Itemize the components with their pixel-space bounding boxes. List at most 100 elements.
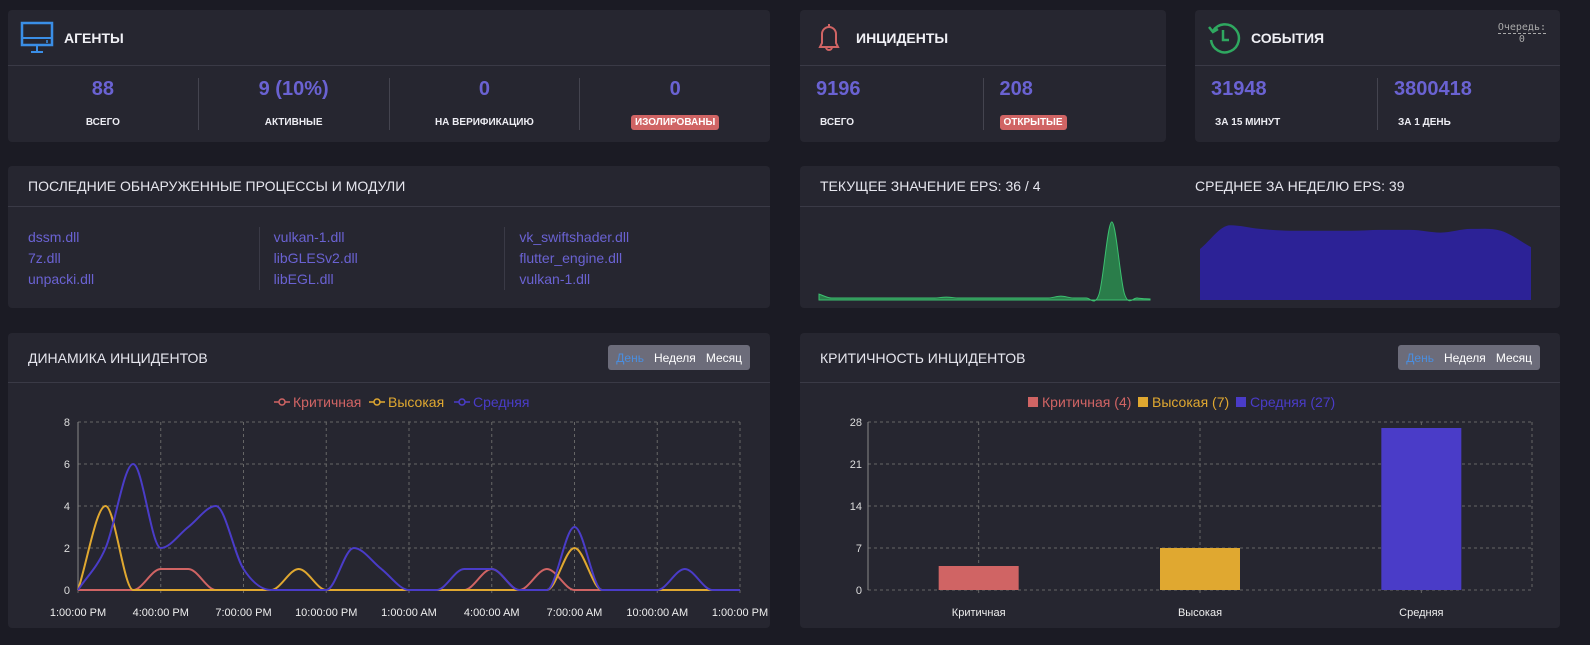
stat-1: 208 ОТКРЫТЫЕ [982,78,1167,130]
agents-panel: АГЕНТЫ 88 ВСЕГО 9 (10%) АКТИВНЫЕ 0 НА ВЕРИФИК… [8,10,770,142]
y-tick-label: 21 [850,459,862,471]
status-badge: ОТКРЫТЫЕ [999,115,1067,130]
range-day-button[interactable]: День [611,351,649,365]
stat-value: 0 [669,78,681,100]
y-tick-label: 14 [850,501,862,513]
bar-1 [1160,548,1240,590]
legend-label[interactable]: Высокая [388,394,444,410]
range-month-button[interactable]: Месяц [701,351,747,365]
range-week-button[interactable]: Неделя [649,351,701,365]
range-week-button[interactable]: Неделя [1439,351,1491,365]
incidents-title: ИНЦИДЕНТЫ [856,29,949,46]
process-column: vk_swiftshader.dll flutter_engine.dll vulk… [504,227,750,290]
incident-criticality-title: КРИТИЧНОСТЬ ИНЦИДЕНТОВ [820,349,1026,366]
y-tick-label: 8 [64,417,70,429]
stat-3: 0 ИЗОЛИРОВАНЫ [579,78,770,130]
stat-value: 208 [999,78,1033,100]
legend-label[interactable]: Критичная (4) [1042,394,1131,410]
legend-label[interactable]: Средняя (27) [1250,394,1335,410]
process-item[interactable]: vk_swiftshader.dll [519,227,750,248]
stat-1: 9 (10%) АКТИВНЫЕ [197,78,389,130]
incidents-header: ИНЦИДЕНТЫ [800,10,1166,66]
processes-title: ПОСЛЕДНИЕ ОБНАРУЖЕННЫЕ ПРОЦЕССЫ И МОДУЛИ [8,166,770,207]
processes-panel: ПОСЛЕДНИЕ ОБНАРУЖЕННЫЕ ПРОЦЕССЫ И МОДУЛИ… [8,166,770,308]
legend-marker-dot [458,398,466,406]
agents-title: АГЕНТЫ [64,29,124,46]
legend-marker-dot [373,398,381,406]
stat-label: ЗА 1 ДЕНЬ [1398,117,1451,128]
process-item[interactable]: vulkan-1.dll [519,269,750,290]
process-item[interactable]: libEGL.dll [274,269,505,290]
stat-label: ЗА 15 МИНУТ [1215,117,1281,128]
legend-label[interactable]: Критичная [293,394,361,410]
stat-value: 0 [478,78,490,100]
x-tick-label: 1:00:00 AM [381,607,437,619]
range-selector: День Неделя Месяц [608,345,750,370]
y-tick-label: 7 [856,543,862,555]
eps-panel: ТЕКУЩЕЕ ЗНАЧЕНИЕ EPS: 36 / 4 СРЕДНЕЕ ЗА Н… [800,166,1560,308]
stat-value: 9196 [816,78,861,100]
process-item[interactable]: vulkan-1.dll [274,227,505,248]
y-tick-label: 0 [64,585,70,597]
legend-marker-dot [278,398,286,406]
process-item[interactable]: libGLESv2.dll [274,248,505,269]
process-item[interactable]: dssm.dll [28,227,259,248]
process-item[interactable]: 7z.dll [28,248,259,269]
eps-current-area [818,221,1151,302]
x-tick-label: Высокая [1178,607,1222,619]
x-tick-label: 4:00:00 AM [464,607,520,619]
legend-label[interactable]: Высокая (7) [1152,394,1229,410]
eps-header: ТЕКУЩЕЕ ЗНАЧЕНИЕ EPS: 36 / 4 СРЕДНЕЕ ЗА Н… [800,166,1560,207]
x-tick-label: 10:00:00 AM [626,607,688,619]
incident-dynamics-title: ДИНАМИКА ИНЦИДЕНТОВ [28,349,208,366]
queue-label: Очередь: [1497,22,1546,34]
y-tick-label: 4 [64,501,70,513]
agents-header: АГЕНТЫ [8,10,770,66]
process-column: vulkan-1.dll libGLESv2.dll libEGL.dll [258,227,505,290]
queue-value: 0 [1518,34,1525,45]
y-tick-label: 28 [850,417,862,429]
legend-label[interactable]: Средняя [473,394,529,410]
incident-dynamics-header: ДИНАМИКА ИНЦИДЕНТОВ День Неделя Месяц [8,333,770,383]
y-tick-label: 0 [856,585,862,597]
stat-label: ВСЕГО [85,117,120,128]
x-tick-label: 7:00:00 PM [215,607,271,619]
stat-value: 88 [91,78,114,100]
process-item[interactable]: unpacki.dll [28,269,259,290]
x-tick-label: 1:00:00 PM [712,607,768,619]
stat-value: 9 (10%) [258,78,329,100]
bar-2 [1381,428,1462,590]
bar-0 [938,566,1019,590]
eps-week-area [1200,225,1531,300]
monitor-icon [20,21,54,53]
y-tick-label: 2 [64,543,70,555]
bell-icon [818,23,840,51]
stat-0: 9196 ВСЕГО [800,78,983,130]
x-tick-label: Критичная [952,607,1006,619]
incident-dynamics-panel: ДИНАМИКА ИНЦИДЕНТОВ День Неделя Месяц 0 2 4 6… [8,333,770,628]
legend-swatch [1028,397,1038,407]
events-panel: СОБЫТИЯ Очередь: 0 31948 ЗА 15 МИНУТ 380041… [1195,10,1560,142]
x-tick-label: 7:00:00 AM [547,607,603,619]
range-day-button[interactable]: День [1401,351,1439,365]
x-tick-label: Средняя [1399,607,1443,619]
incident-line-chart: 0 2 4 6 8 1:00:00 PM 4:00:00 PM 7:00:00 PM 10:00… [50,394,768,619]
eps-sparklines [818,221,1531,302]
stat-1: 3800418 ЗА 1 ДЕНЬ [1377,78,1560,130]
process-item[interactable]: flutter_engine.dll [519,248,750,269]
stat-2: 0 НА ВЕРИФИКАЦИЮ [388,78,580,130]
events-title: СОБЫТИЯ [1251,29,1325,46]
stat-label: АКТИВНЫЕ [264,117,323,128]
eps-current-label: ТЕКУЩЕЕ ЗНАЧЕНИЕ EPS: 36 / 4 [820,178,1041,194]
x-tick-label: 4:00:00 PM [133,607,189,619]
stat-0: 31948 ЗА 15 МИНУТ [1195,78,1377,130]
queue-indicator: Очередь: 0 [1497,22,1546,45]
x-tick-label: 1:00:00 PM [50,607,106,619]
y-tick-label: 6 [64,459,70,471]
stat-0: 88 ВСЕГО [8,78,198,130]
process-column: dssm.dll 7z.dll unpacki.dll [28,227,259,290]
range-month-button[interactable]: Месяц [1491,351,1537,365]
legend-swatch [1138,397,1148,407]
incidents-panel: ИНЦИДЕНТЫ 9196 ВСЕГО 208 ОТКРЫТЫЕ [800,10,1166,142]
status-badge: ИЗОЛИРОВАНЫ [630,115,720,130]
